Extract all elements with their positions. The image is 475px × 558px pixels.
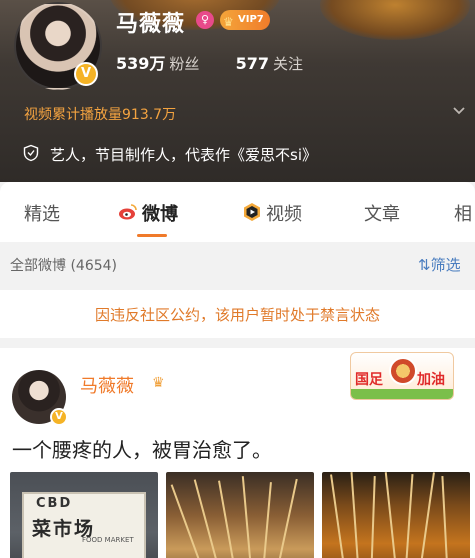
video-play-icon bbox=[244, 203, 260, 221]
crown-icon: ♛ bbox=[223, 15, 234, 29]
active-tab-indicator bbox=[137, 234, 167, 237]
skewer bbox=[193, 479, 221, 558]
filter-label: 筛选 bbox=[430, 256, 461, 274]
skewer bbox=[218, 480, 236, 558]
crown-icon: ♛ bbox=[152, 375, 165, 391]
feed-filter-bar: 全部微博 (4654) ⇅筛选 bbox=[0, 242, 475, 286]
tab-video[interactable]: 视频 bbox=[266, 200, 302, 226]
post-photo[interactable] bbox=[322, 472, 470, 558]
skewer bbox=[330, 474, 346, 558]
football-icon bbox=[389, 357, 417, 385]
verified-badge-icon: V bbox=[74, 62, 98, 86]
vip-label: VIP7 bbox=[238, 14, 264, 25]
followers-label: 粉丝 bbox=[169, 55, 200, 73]
fan-club-icon[interactable]: ♀ bbox=[196, 11, 214, 29]
filter-button[interactable]: ⇅筛选 bbox=[418, 254, 461, 275]
followers-stat[interactable]: 539万 粉丝 bbox=[116, 54, 199, 73]
post-photo[interactable] bbox=[166, 472, 314, 558]
profile-header: V 马薇薇 ♀ ♛ VIP7 539万 粉丝 577 关注 视频累计播放量913.7… bbox=[0, 0, 475, 182]
chevron-down-icon[interactable] bbox=[452, 104, 466, 118]
sticker-text-left: 国足 bbox=[355, 372, 383, 388]
weibo-post[interactable]: V 马薇薇 ♛ 国足 加油 一个腰疼的人，被胃治愈了。 CBD 菜市场 FOOD… bbox=[0, 348, 475, 558]
skewer bbox=[262, 482, 272, 558]
profile-page: V 马薇薇 ♀ ♛ VIP7 539万 粉丝 577 关注 视频累计播放量913.7… bbox=[0, 0, 475, 558]
following-label: 关注 bbox=[273, 55, 304, 73]
verified-badge-icon: V bbox=[50, 408, 68, 426]
sticker-text-right: 加油 bbox=[417, 372, 445, 388]
post-author[interactable]: 马薇薇 bbox=[80, 372, 134, 398]
following-stat[interactable]: 577 关注 bbox=[236, 54, 303, 73]
weibo-count: 全部微博 (4654) bbox=[10, 258, 118, 274]
skewer bbox=[404, 474, 414, 558]
weibo-icon bbox=[119, 204, 137, 220]
profile-stats: 539万 粉丝 577 关注 bbox=[116, 50, 303, 74]
sign-top-text: CBD bbox=[36, 496, 73, 511]
post-text: 一个腰疼的人，被胃治愈了。 bbox=[12, 438, 272, 462]
tab-articles[interactable]: 文章 bbox=[364, 200, 400, 226]
verified-shield-icon bbox=[23, 144, 39, 162]
skewer bbox=[350, 472, 360, 558]
skewer bbox=[241, 476, 253, 558]
skewer bbox=[384, 472, 398, 558]
header-decoration bbox=[320, 0, 470, 40]
tab-photos[interactable]: 相 bbox=[454, 200, 472, 226]
tab-featured[interactable]: 精选 bbox=[24, 200, 60, 226]
profile-tabs: 精选 微博 视频 文章 相 bbox=[0, 182, 475, 242]
filter-icon: ⇅ bbox=[418, 256, 431, 274]
ban-notice-text: 因违反社区公约，该用户暂时处于禁言状态 bbox=[94, 306, 380, 324]
following-count: 577 bbox=[235, 54, 270, 73]
card-sticker: 国足 加油 bbox=[350, 352, 454, 400]
profile-bio: 艺人，节目制作人，代表作《爱思不si》 bbox=[50, 146, 317, 164]
skewer bbox=[370, 475, 376, 558]
post-photo[interactable]: CBD 菜市场 FOOD MARKET bbox=[10, 472, 158, 558]
skewer bbox=[441, 476, 449, 558]
sign-sub-text: FOOD MARKET bbox=[82, 536, 134, 544]
skewer bbox=[276, 478, 298, 558]
profile-name: 马薇薇 bbox=[116, 12, 186, 37]
video-play-count: 视频累计播放量913.7万 bbox=[24, 107, 177, 123]
ban-notice: 因违反社区公约，该用户暂时处于禁言状态 bbox=[0, 290, 475, 338]
tab-weibo[interactable]: 微博 bbox=[142, 200, 178, 226]
grass-decoration bbox=[351, 389, 453, 399]
vip-badge[interactable]: ♛ VIP7 bbox=[220, 10, 270, 30]
skewer bbox=[419, 472, 435, 558]
followers-count: 539万 bbox=[116, 54, 166, 73]
